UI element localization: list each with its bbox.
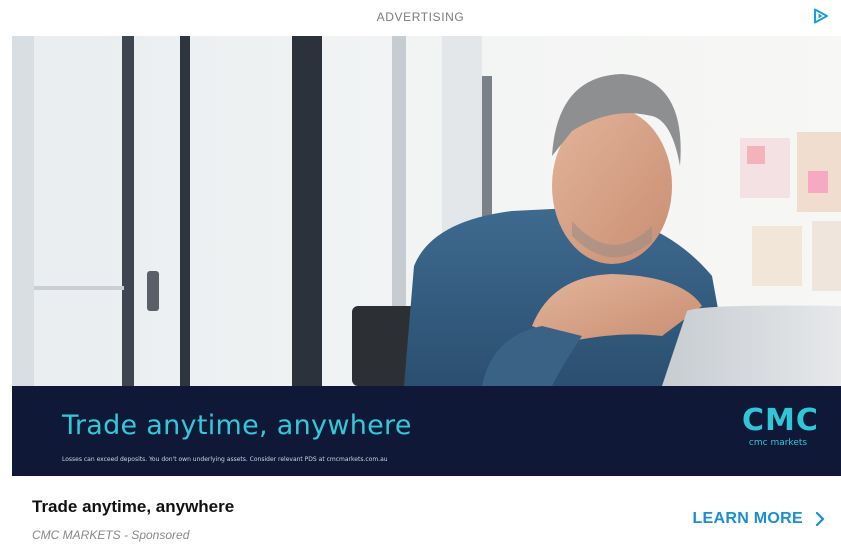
ad-photo-man-with-laptop [12, 36, 841, 386]
cmc-logo-mark: CMC [742, 403, 819, 438]
ad-title[interactable]: Trade anytime, anywhere [32, 497, 234, 517]
ad-card: ADVERTISING Trade anytime, anywhere Loss… [0, 0, 841, 553]
learn-more-label: LEARN MORE [692, 510, 803, 527]
cmc-markets-logo: CMC cmc markets [742, 403, 819, 454]
banner-disclaimer: Losses can exceed deposits. You don't ow… [62, 456, 388, 463]
ad-creative-image[interactable]: Trade anytime, anywhere Losses can excee… [12, 36, 841, 476]
advertising-label: ADVERTISING [376, 10, 465, 24]
adchoices-icon[interactable] [813, 8, 829, 24]
learn-more-button[interactable]: LEARN MORE [692, 510, 825, 528]
ad-sponsor-label: CMC MARKETS - Sponsored [32, 528, 190, 542]
banner-headline: Trade anytime, anywhere [62, 410, 412, 441]
ad-banner: Trade anytime, anywhere Losses can excee… [12, 386, 841, 476]
chevron-right-icon [815, 512, 825, 526]
cmc-logo-text: cmc markets [748, 438, 808, 448]
